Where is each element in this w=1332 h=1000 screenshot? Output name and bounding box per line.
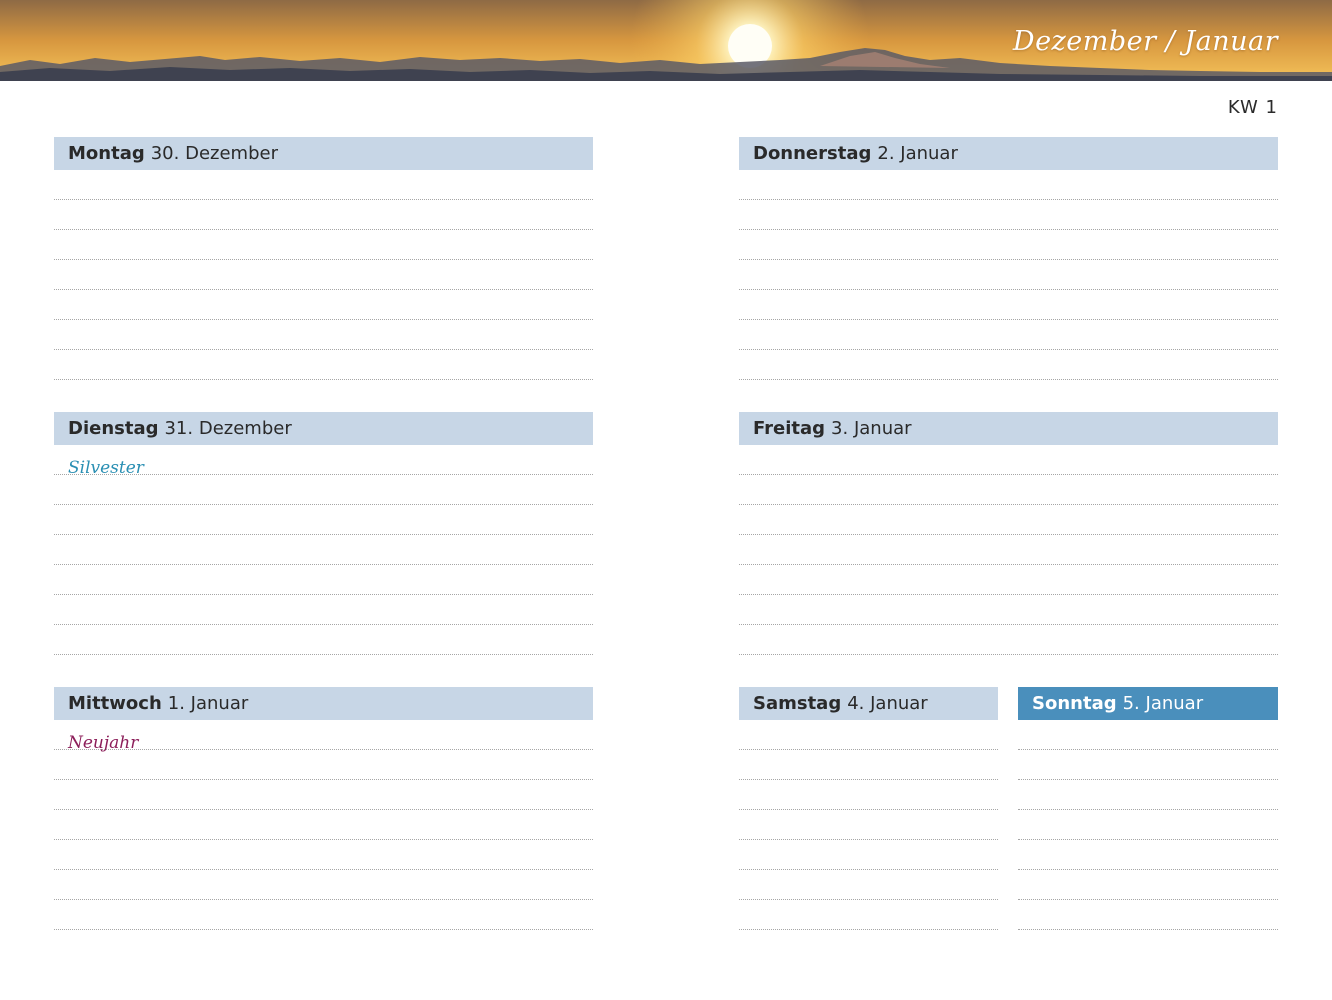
day-sunday: Sonntag 5. Januar	[1018, 687, 1278, 930]
weekday-label: Sonntag	[1032, 693, 1117, 714]
month-title: Dezember / Januar	[1012, 26, 1278, 57]
holiday-note: Silvester	[68, 458, 144, 478]
day-tuesday: Dienstag 31. Dezember Silvester	[54, 412, 593, 655]
week-number: KW 1	[1227, 97, 1278, 118]
day-header: Donnerstag 2. Januar	[739, 137, 1278, 170]
weekday-label: Freitag	[753, 418, 826, 439]
weekday-label: Donnerstag	[753, 143, 872, 164]
date-label: 2. Januar	[877, 143, 958, 164]
day-wednesday: Mittwoch 1. Januar Neujahr	[54, 687, 593, 930]
weekday-label: Samstag	[753, 693, 842, 714]
day-header: Sonntag 5. Januar	[1018, 687, 1278, 720]
date-label: 30. Dezember	[150, 143, 278, 164]
day-thursday: Donnerstag 2. Januar	[739, 137, 1278, 380]
day-monday: Montag 30. Dezember	[54, 137, 593, 380]
day-friday: Freitag 3. Januar	[739, 412, 1278, 655]
day-header: Mittwoch 1. Januar	[54, 687, 593, 720]
weekday-label: Dienstag	[68, 418, 159, 439]
date-label: 31. Dezember	[164, 418, 292, 439]
day-header: Montag 30. Dezember	[54, 137, 593, 170]
weekday-label: Montag	[68, 143, 145, 164]
day-header: Samstag 4. Januar	[739, 687, 998, 720]
day-header: Dienstag 31. Dezember	[54, 412, 593, 445]
weekday-label: Mittwoch	[68, 693, 162, 714]
date-label: 1. Januar	[167, 693, 249, 714]
day-saturday: Samstag 4. Januar	[739, 687, 998, 930]
date-label: 4. Januar	[847, 693, 928, 714]
day-header: Freitag 3. Januar	[739, 412, 1278, 445]
date-label: 5. Januar	[1122, 693, 1204, 714]
header-banner-photo: Dezember / Januar	[0, 0, 1332, 81]
holiday-note: Neujahr	[68, 733, 139, 753]
date-label: 3. Januar	[831, 418, 912, 439]
